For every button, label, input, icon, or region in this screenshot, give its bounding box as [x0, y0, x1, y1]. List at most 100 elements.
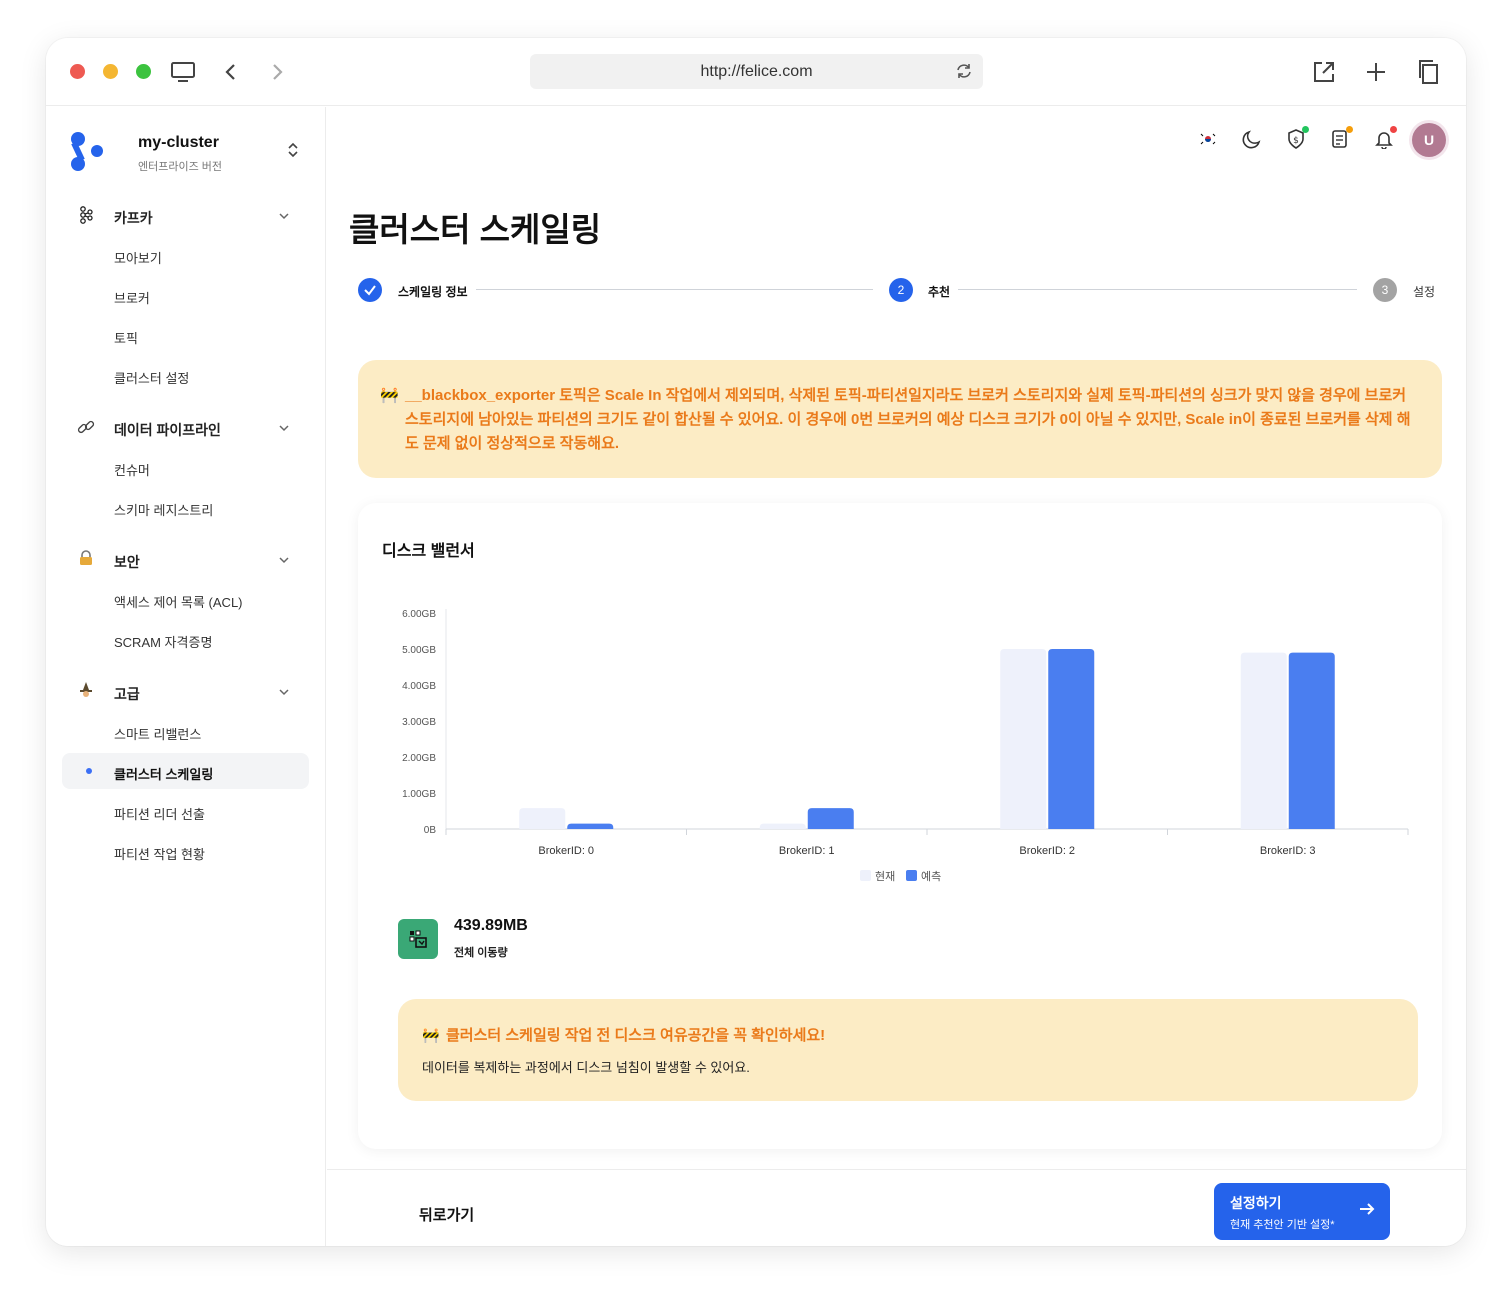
nav-group-data-pipeline[interactable]: 데이터 파이프라인 [76, 417, 296, 441]
arrow-right-icon [1358, 1200, 1376, 1223]
sidebar-item-brokers[interactable]: 브로커 [114, 288, 150, 307]
sidebar-item-scram[interactable]: SCRAM 자격증명 [114, 632, 212, 651]
active-indicator [86, 768, 92, 774]
stepper: 스케일링 정보 2 추천 3 설정 [358, 277, 1438, 303]
url-text: http://felice.com [700, 62, 813, 80]
main-content: $ U 클러스터 스케일링 스케일링 정보 2 추천 3 설정 🚧 __blac… [327, 107, 1466, 1246]
status-badge [1346, 126, 1353, 133]
disk-balancer-card: 디스크 밸런서 0B 1.00GB 2.00GB 3.00GB 4.00GB 5.00GB… [358, 503, 1442, 1149]
back-button[interactable]: 뒤로가기 [419, 1204, 474, 1225]
apply-settings-button[interactable]: 설정하기 현재 추천안 기반 설정* [1214, 1183, 1390, 1240]
bar-current [1240, 652, 1287, 829]
step-1-label: 스케일링 정보 [398, 285, 468, 299]
apply-settings-label: 설정하기 [1230, 1195, 1282, 1211]
wizard-icon [76, 682, 96, 701]
chevron-down-icon [278, 684, 290, 702]
legend-label: 예측 [921, 870, 941, 883]
sidebar-item-topics[interactable]: 토픽 [114, 328, 138, 347]
copy-icon[interactable] [1414, 58, 1442, 86]
maximize-window-button[interactable] [136, 64, 151, 79]
back-arrow-icon[interactable] [217, 58, 245, 86]
nav-group-kafka[interactable]: 카프카 [76, 205, 296, 229]
status-badge [1302, 126, 1309, 133]
cluster-name: my-cluster [138, 134, 219, 151]
lock-icon [76, 550, 96, 569]
step-3-label: 설정 [1413, 285, 1436, 299]
chevron-down-icon [278, 420, 290, 438]
x-tick-label: BrokerID: 1 [779, 845, 835, 857]
y-tick-label: 6.00GB [402, 609, 436, 620]
notice-title: 클러스터 스케일링 작업 전 디스크 여유공간을 꼭 확인하세요! [446, 1027, 826, 1044]
step-connector [476, 289, 873, 290]
nav-group-label: 보안 [114, 554, 140, 570]
y-tick-label: 2.00GB [402, 753, 436, 764]
expand-collapse-icon[interactable] [286, 141, 300, 164]
monitor-icon[interactable] [169, 58, 197, 86]
sidebar-item-smart-rebalance[interactable]: 스마트 리밸런스 [114, 724, 201, 743]
new-tab-icon[interactable] [1362, 58, 1390, 86]
nav-group-advanced[interactable]: 고급 [76, 681, 296, 705]
cluster-edition: 엔터프라이즈 버전 [138, 161, 223, 173]
bar-predicted [567, 823, 614, 829]
open-external-icon[interactable] [1310, 58, 1338, 86]
notice-body: 데이터를 복제하는 과정에서 디스크 넘침이 발생할 수 있어요. [422, 1060, 750, 1075]
cluster-logo-icon [71, 132, 103, 171]
sidebar-item-consumers[interactable]: 컨슈머 [114, 460, 150, 479]
construction-icon: 🚧 [422, 1027, 440, 1043]
data-move-icon [398, 919, 438, 959]
browser-titlebar: http://felice.com [46, 38, 1466, 106]
minimize-window-button[interactable] [103, 64, 118, 79]
warning-text: __blackbox_exporter 토픽은 Scale In 작업에서 제외… [405, 387, 1411, 452]
cluster-selector[interactable]: my-cluster 엔터프라이즈 버전 [68, 131, 308, 175]
disk-bar-chart: 0B 1.00GB 2.00GB 3.00GB 4.00GB 5.00GB 6.00GB Br… [402, 609, 1409, 883]
step-3-number: 3 [1373, 278, 1397, 302]
sidebar-item-partition-leader-election[interactable]: 파티션 리더 선출 [114, 804, 205, 823]
link-icon [76, 418, 96, 439]
sidebar-item-cluster-scaling[interactable]: 클러스터 스케일링 [114, 764, 213, 783]
construction-icon: 🚧 [380, 387, 399, 404]
sidebar-item-schema-registry[interactable]: 스키마 레지스트리 [114, 500, 213, 519]
url-bar[interactable]: http://felice.com [530, 54, 983, 89]
nav-group-security[interactable]: 보안 [76, 549, 296, 573]
reload-icon[interactable] [955, 62, 973, 85]
total-move-value: 439.89MB [454, 917, 528, 934]
step-2-number: 2 [889, 278, 913, 302]
document-icon[interactable] [1328, 126, 1353, 151]
svg-text:$: $ [1293, 136, 1299, 146]
close-window-button[interactable] [70, 64, 85, 79]
moon-icon[interactable] [1240, 127, 1264, 151]
x-tick-label: BrokerID: 3 [1260, 845, 1316, 857]
legend-label: 현재 [875, 870, 895, 883]
nav-group-label: 고급 [114, 686, 140, 702]
korea-flag-icon[interactable] [1196, 127, 1220, 151]
sidebar: my-cluster 엔터프라이즈 버전 카프카 모아보기 브로커 토픽 클러스… [46, 107, 326, 1246]
x-tick-label: BrokerID: 0 [538, 845, 594, 857]
shield-dollar-icon[interactable]: $ [1284, 126, 1309, 151]
page-title: 클러스터 스케일링 [349, 211, 602, 248]
y-tick-label: 1.00GB [402, 789, 436, 800]
bar-predicted [807, 808, 854, 829]
y-tick-label: 0B [424, 825, 437, 836]
bar-current [759, 823, 806, 829]
status-badge [1390, 126, 1397, 133]
y-tick-label: 4.00GB [402, 681, 436, 692]
user-avatar[interactable]: U [1412, 123, 1446, 157]
bar-current [519, 808, 566, 829]
nav-group-label: 카프카 [114, 210, 153, 226]
sidebar-item-partition-task-status[interactable]: 파티션 작업 현황 [114, 844, 205, 863]
apply-settings-sublabel: 현재 추천안 기반 설정* [1230, 1219, 1335, 1231]
y-tick-label: 3.00GB [402, 717, 436, 728]
nav-group-label: 데이터 파이프라인 [114, 422, 221, 438]
forward-arrow-icon[interactable] [263, 58, 291, 86]
bar-current [1000, 649, 1047, 829]
step-connector [958, 289, 1357, 290]
sidebar-item-overview[interactable]: 모아보기 [114, 248, 162, 267]
sidebar-item-acl[interactable]: 액세스 제어 목록 (ACL) [114, 592, 243, 611]
total-move-label: 전체 이동량 [454, 947, 508, 959]
chevron-down-icon [278, 208, 290, 226]
warning-banner: 🚧 __blackbox_exporter 토픽은 Scale In 작업에서 … [358, 360, 1442, 478]
bell-icon[interactable] [1372, 126, 1397, 151]
sidebar-item-cluster-settings[interactable]: 클러스터 설정 [114, 368, 189, 387]
bar-predicted [1048, 649, 1095, 829]
disk-space-notice: 🚧 클러스터 스케일링 작업 전 디스크 여유공간을 꼭 확인하세요! 데이터를… [398, 999, 1418, 1101]
